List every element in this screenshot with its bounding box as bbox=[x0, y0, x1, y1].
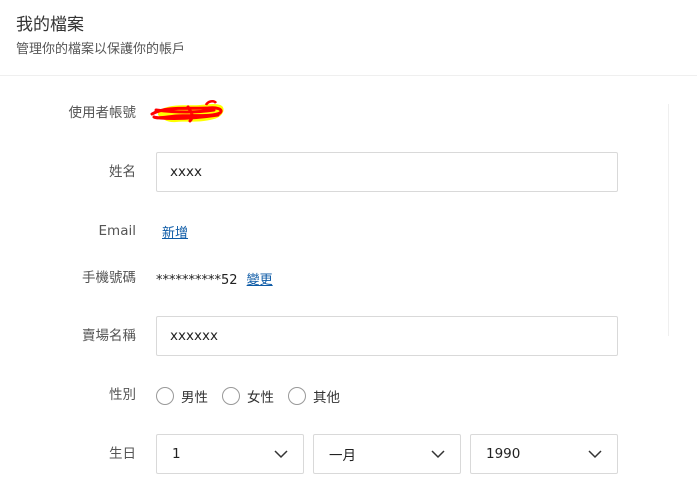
change-phone-link[interactable]: 變更 bbox=[247, 273, 273, 288]
add-email-link[interactable]: 新增 bbox=[162, 226, 188, 241]
radio-male[interactable] bbox=[156, 387, 174, 405]
gender-option-other[interactable]: 其他 bbox=[288, 386, 340, 406]
radio-other-label: 其他 bbox=[313, 390, 340, 406]
birthday-day-value: 1 bbox=[172, 446, 181, 462]
birthday-month-value: 一月 bbox=[329, 448, 356, 464]
radio-male-label: 男性 bbox=[181, 390, 208, 406]
profile-page: 我的檔案 管理你的檔案以保護你的帳戶 使用者帳號 姓名 Email 新增 手機號… bbox=[0, 0, 697, 493]
name-input[interactable] bbox=[156, 152, 618, 192]
chevron-down-icon bbox=[274, 449, 288, 458]
birthday-year-value: 1990 bbox=[486, 446, 521, 462]
username-label: 使用者帳號 bbox=[68, 105, 137, 121]
birthday-year-select[interactable]: 1990 bbox=[470, 434, 618, 474]
header-divider bbox=[0, 75, 697, 76]
radio-female-label: 女性 bbox=[247, 390, 274, 406]
section-divider bbox=[668, 104, 669, 336]
gender-label: 性別 bbox=[109, 387, 136, 403]
gender-option-female[interactable]: 女性 bbox=[222, 386, 274, 406]
page-title: 我的檔案 bbox=[16, 15, 84, 35]
phone-label: 手機號碼 bbox=[82, 270, 136, 286]
birthday-month-select[interactable]: 一月 bbox=[313, 434, 461, 474]
page-header: 我的檔案 管理你的檔案以保護你的帳戶 bbox=[16, 14, 185, 59]
page-subtitle: 管理你的檔案以保護你的帳戶 bbox=[16, 42, 186, 57]
radio-other[interactable] bbox=[288, 387, 306, 405]
radio-female[interactable] bbox=[222, 387, 240, 405]
phone-number: **********52 bbox=[156, 273, 238, 288]
birthday-day-select[interactable]: 1 bbox=[156, 434, 304, 474]
chevron-down-icon bbox=[588, 449, 602, 458]
gender-radio-group: 男性 女性 其他 bbox=[156, 386, 354, 406]
gender-option-male[interactable]: 男性 bbox=[156, 386, 208, 406]
birthday-label: 生日 bbox=[109, 446, 136, 462]
chevron-down-icon bbox=[431, 449, 445, 458]
name-label: 姓名 bbox=[109, 164, 136, 180]
username-redaction-scribble bbox=[148, 97, 230, 131]
shop-name-input[interactable] bbox=[156, 316, 618, 356]
shop-name-label: 賣場名稱 bbox=[82, 328, 136, 344]
email-label: Email bbox=[98, 223, 136, 239]
